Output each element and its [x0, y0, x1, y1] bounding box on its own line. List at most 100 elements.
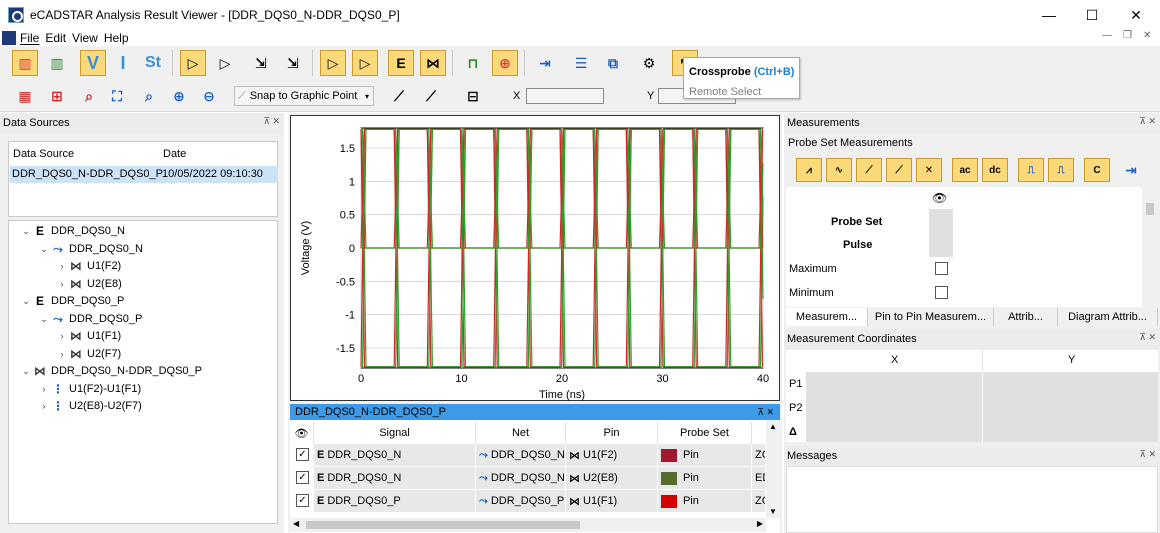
color-swatch[interactable] [661, 471, 677, 485]
visibility-checkbox[interactable]: ✓ [296, 494, 309, 507]
chevron-down-icon[interactable]: ⌄ [38, 244, 50, 255]
menu-help[interactable]: Help [104, 31, 129, 45]
pulse-green-icon[interactable]: ⊓ [460, 50, 486, 76]
zoom-marker-icon[interactable]: ⌕ [76, 83, 102, 109]
tree-item[interactable]: ⌄ E DDR_DQS0_N [20, 224, 125, 238]
chevron-right-icon[interactable]: › [56, 331, 68, 341]
col-data-source[interactable]: Data Source [13, 148, 74, 160]
visibility-checkbox[interactable]: ✓ [296, 448, 309, 461]
x-coordinate-field[interactable] [526, 88, 604, 104]
menu-view[interactable]: View [72, 31, 98, 45]
col-date[interactable]: Date [163, 148, 186, 160]
col-probe-set[interactable]: Probe Set [658, 422, 752, 444]
receiver-icon[interactable]: ▷ [352, 50, 378, 76]
tab-attributes[interactable]: Attrib... [994, 308, 1058, 326]
ruler-dropdown-icon[interactable]: ⟋ [418, 83, 444, 109]
data-source-row[interactable]: DDR_DQS0_N-DDR_DQS0_P 10/05/2022 09:10:3… [10, 166, 278, 183]
maximize-button[interactable]: ☐ [1069, 0, 1115, 30]
cascade-icon[interactable]: ⧉ [600, 50, 626, 76]
minimum-checkbox[interactable] [935, 286, 948, 299]
measure-crossing-icon[interactable]: ✕ [916, 158, 942, 182]
chevron-right-icon[interactable]: › [56, 349, 68, 359]
export-icon[interactable]: ⇥ [1118, 157, 1144, 183]
bar-chart-icon[interactable]: ▥ [12, 50, 38, 76]
current-mode-icon[interactable]: I [110, 50, 136, 76]
tree-item[interactable]: › ⋈ U2(E8) [56, 277, 122, 291]
tree-item[interactable]: › ⋮ U1(F2)-U1(F1) [38, 382, 142, 396]
gear-icon[interactable]: ⚙ [636, 50, 662, 76]
col-net[interactable]: Net [476, 422, 566, 444]
tree-item[interactable]: › ⋈ U2(F7) [56, 347, 122, 361]
pin-icon[interactable]: ⊼ ✕ [263, 116, 280, 127]
probe-d-icon[interactable]: ▷ [212, 50, 238, 76]
tab-diagram-attributes[interactable]: Diagram Attrib... [1058, 308, 1158, 326]
align-left-icon[interactable]: ⇥ [532, 50, 558, 76]
chevron-down-icon[interactable]: ⌄ [20, 296, 32, 307]
zoom-window-icon[interactable]: ⌕ [136, 83, 162, 109]
tree-item[interactable]: ⌄ ⋈ DDR_DQS0_N-DDR_DQS0_P [20, 364, 202, 378]
zoom-in-icon[interactable]: ⊕ [166, 83, 192, 109]
chevron-right-icon[interactable]: › [56, 261, 68, 271]
col-signal[interactable]: Signal [314, 422, 476, 444]
tree-item[interactable]: ⌄ ⤳ DDR_DQS0_N [38, 242, 143, 257]
mdi-close-icon[interactable]: ✕ [1143, 30, 1151, 41]
tree-item[interactable]: ⌄ ⤳ DDR_DQS0_P [38, 312, 142, 327]
maximum-checkbox[interactable] [935, 262, 948, 275]
zoom-fit-icon[interactable]: ⛶ [104, 83, 130, 109]
eye-icon[interactable]: 👁 [932, 191, 947, 205]
scrollbar-thumb[interactable] [306, 521, 580, 529]
falling-edge-icon[interactable]: ⎍ [1048, 158, 1074, 182]
tree-item[interactable]: ⌄ E DDR_DQS0_P [20, 294, 124, 308]
tooltip-secondary[interactable]: Remote Select [689, 86, 761, 98]
probe-dropdown-icon[interactable]: ⇲ [280, 50, 306, 76]
pin-icon[interactable]: ⊼ ✕ [1139, 332, 1156, 343]
rising-edge-icon[interactable]: ⎍ [1018, 158, 1044, 182]
tree-item[interactable]: › ⋮ U2(E8)-U2(F7) [38, 399, 142, 413]
waveform-chart[interactable]: 0 10 20 30 40 -1.5 -1 -0.5 0 0.5 1 1.5 Time (ns) Volt… [290, 115, 780, 401]
measurement-scrollbar[interactable] [1143, 187, 1157, 307]
chevron-right-icon[interactable]: › [56, 279, 68, 289]
measure-ac-icon[interactable]: ac [952, 158, 978, 182]
pin-icon[interactable]: ⊼ ✕ [1139, 449, 1156, 460]
visibility-checkbox[interactable]: ✓ [296, 471, 309, 484]
eye-icon[interactable]: 👁 [290, 422, 314, 444]
chevron-down-icon[interactable]: ⌄ [20, 366, 32, 377]
measure-slope-icon[interactable]: ⟋ [856, 158, 882, 182]
pin-icon[interactable]: ⊼ ✕ [1139, 116, 1156, 127]
tab-pin-to-pin[interactable]: Pin to Pin Measurem... [868, 308, 994, 326]
voltage-mode-icon[interactable]: V [80, 50, 106, 76]
color-swatch[interactable] [661, 448, 677, 462]
mdi-minimize-icon[interactable]: — [1102, 30, 1112, 41]
driver-icon[interactable]: ▷ [320, 50, 346, 76]
snap-dropdown[interactable]: ⟋ Snap to Graphic Point ▾ [234, 86, 374, 106]
close-button[interactable]: ✕ [1113, 0, 1159, 30]
grid-icon[interactable]: ▦ [12, 83, 38, 109]
zoom-points-icon[interactable]: ⊞ [44, 83, 70, 109]
statistics-mode-icon[interactable]: St [140, 50, 166, 76]
chevron-right-icon[interactable]: › [38, 401, 50, 411]
chevron-down-icon[interactable]: ⌄ [20, 226, 32, 237]
component-diff-icon[interactable]: ⋈ [420, 50, 446, 76]
tab-measurements[interactable]: Measurem... [786, 308, 868, 326]
component-e-icon[interactable]: E [388, 50, 414, 76]
chevron-down-icon[interactable]: ⌄ [38, 314, 50, 325]
tree-item[interactable]: › ⋈ U1(F1) [56, 329, 122, 343]
horizontal-scrollbar[interactable]: ◀ ▶ [290, 518, 766, 532]
measure-dc-icon[interactable]: dc [982, 158, 1008, 182]
measure-c-icon[interactable]: C [1084, 158, 1110, 182]
col-pin[interactable]: Pin [566, 422, 658, 444]
pin-icon[interactable]: ⊼ ✕ [757, 407, 774, 418]
minimize-button[interactable]: — [1026, 0, 1072, 30]
menu-edit[interactable]: Edit [45, 31, 66, 45]
menu-file[interactable]: File [20, 31, 39, 45]
zoom-out-icon[interactable]: ⊖ [196, 83, 222, 109]
measure-ringing-icon[interactable]: ∿ [826, 158, 852, 182]
table-row[interactable]: ✓EDDR_DQS0_P⤳DDR_DQS0_P⋈U1(F1)PinZC [290, 490, 766, 512]
measure-delay-icon[interactable]: ⩘ [796, 158, 822, 182]
histogram-icon[interactable]: ▥ [44, 50, 70, 76]
probe-step-icon[interactable]: ⇲ [248, 50, 274, 76]
chevron-right-icon[interactable]: › [38, 384, 50, 394]
measure-slew-icon[interactable]: ⟋ [886, 158, 912, 182]
table-row[interactable]: ✓EDDR_DQS0_N⤳DDR_DQS0_N⋈U2(E8)PinED [290, 467, 766, 489]
tree-item[interactable]: › ⋈ U1(F2) [56, 259, 122, 273]
